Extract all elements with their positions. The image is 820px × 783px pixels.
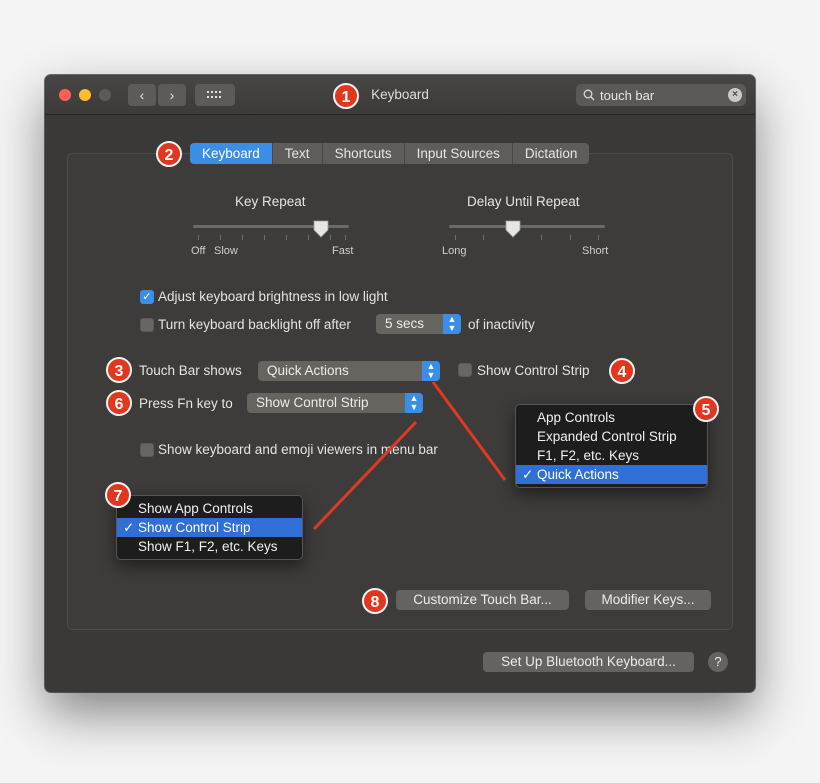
tick (483, 235, 484, 240)
delay-short-label: Short (582, 245, 609, 257)
key-repeat-label: Key Repeat (235, 194, 306, 209)
tick (598, 235, 599, 240)
touch-bar-shows-select[interactable]: Quick Actions ▲ ▼ (258, 361, 440, 381)
backlight-off-checkbox[interactable] (140, 318, 154, 332)
menu-item-label: Show Control Strip (138, 520, 251, 535)
touch-bar-options-menu: App Controls Expanded Control Strip F1, … (515, 404, 708, 488)
touch-bar-shows-value: Quick Actions (267, 363, 349, 378)
tab-dictation[interactable]: Dictation (511, 143, 590, 164)
backlight-off-label: Turn keyboard backlight off after (158, 317, 351, 332)
emoji-viewers-label: Show keyboard and emoji viewers in menu … (158, 442, 438, 457)
callout-badge-7: 7 (105, 482, 131, 508)
tick (330, 235, 331, 240)
title-bar: ‹ › Keyboard × (45, 75, 755, 115)
checkmark-icon: ✓ (522, 467, 534, 482)
backlight-timeout-value: 5 secs (385, 316, 425, 331)
tab-shortcuts[interactable]: Shortcuts (321, 143, 404, 164)
backlight-timeout-select[interactable]: 5 secs ▲ ▼ (376, 314, 461, 334)
fn-options-menu: Show App Controls ✓ Show Control Strip S… (116, 495, 303, 560)
help-button[interactable]: ? (708, 652, 728, 672)
tick (345, 235, 346, 240)
keyboard-preferences-window: ‹ › Keyboard × Keyboard Text Shortcuts I… (45, 75, 755, 692)
search-field[interactable]: × (576, 84, 746, 106)
tick (308, 235, 309, 240)
menu-item-show-control-strip[interactable]: ✓ Show Control Strip (117, 518, 302, 537)
tab-text[interactable]: Text (271, 143, 322, 164)
callout-badge-4: 4 (609, 358, 635, 384)
tick (541, 235, 542, 240)
tab-bar: Keyboard Text Shortcuts Input Sources Di… (190, 143, 590, 164)
chevron-up-down-icon: ▲ ▼ (405, 393, 423, 413)
tab-input-sources[interactable]: Input Sources (403, 143, 512, 164)
menu-item-quick-actions[interactable]: ✓ Quick Actions (516, 465, 707, 484)
key-repeat-slow-label: Slow (214, 245, 238, 257)
callout-badge-3: 3 (106, 357, 132, 383)
callout-badge-8: 8 (362, 588, 388, 614)
callout-badge-5: 5 (693, 396, 719, 422)
tick (286, 235, 287, 240)
menu-item-label: Quick Actions (537, 467, 619, 482)
chevron-up-down-icon: ▲ ▼ (443, 314, 461, 334)
key-repeat-thumb[interactable] (313, 220, 329, 238)
tick (455, 235, 456, 240)
callout-badge-2: 2 (156, 141, 182, 167)
bluetooth-keyboard-button[interactable]: Set Up Bluetooth Keyboard... (483, 652, 694, 672)
checkmark-icon: ✓ (123, 520, 135, 535)
tab-keyboard[interactable]: Keyboard (190, 143, 272, 164)
chevron-up-down-icon: ▲ ▼ (422, 361, 440, 381)
modifier-keys-button[interactable]: Modifier Keys... (585, 590, 711, 610)
tick (264, 235, 265, 240)
show-control-strip-label: Show Control Strip (477, 363, 590, 378)
callout-badge-1: 1 (333, 83, 359, 109)
delay-until-repeat-label: Delay Until Repeat (467, 194, 580, 209)
delay-thumb[interactable] (505, 220, 521, 238)
tick (570, 235, 571, 240)
tick (220, 235, 221, 240)
inactivity-label: of inactivity (468, 317, 535, 332)
menu-item-f-keys[interactable]: F1, F2, etc. Keys (516, 446, 707, 465)
tick (198, 235, 199, 240)
key-repeat-off-label: Off (191, 245, 206, 257)
menu-item-app-controls[interactable]: App Controls (516, 408, 707, 427)
search-input[interactable] (600, 84, 720, 106)
menu-item-show-f-keys[interactable]: Show F1, F2, etc. Keys (117, 537, 302, 556)
key-repeat-fast-label: Fast (332, 245, 354, 257)
emoji-viewers-checkbox[interactable] (140, 443, 154, 457)
customize-touch-bar-button[interactable]: Customize Touch Bar... (396, 590, 569, 610)
adjust-brightness-label: Adjust keyboard brightness in low light (158, 289, 388, 304)
press-fn-value: Show Control Strip (256, 395, 369, 410)
menu-item-show-app-controls[interactable]: Show App Controls (117, 499, 302, 518)
delay-track (449, 225, 605, 228)
callout-badge-6: 6 (106, 390, 132, 416)
delay-long-label: Long (442, 245, 467, 257)
press-fn-label: Press Fn key to (139, 396, 233, 411)
menu-item-expanded-control-strip[interactable]: Expanded Control Strip (516, 427, 707, 446)
touch-bar-shows-label: Touch Bar shows (139, 363, 242, 378)
press-fn-select[interactable]: Show Control Strip ▲ ▼ (247, 393, 423, 413)
show-control-strip-checkbox[interactable] (458, 363, 472, 377)
adjust-brightness-checkbox[interactable]: ✓ (140, 290, 154, 304)
search-icon (583, 89, 595, 101)
clear-search-icon[interactable]: × (728, 88, 742, 102)
tick (242, 235, 243, 240)
